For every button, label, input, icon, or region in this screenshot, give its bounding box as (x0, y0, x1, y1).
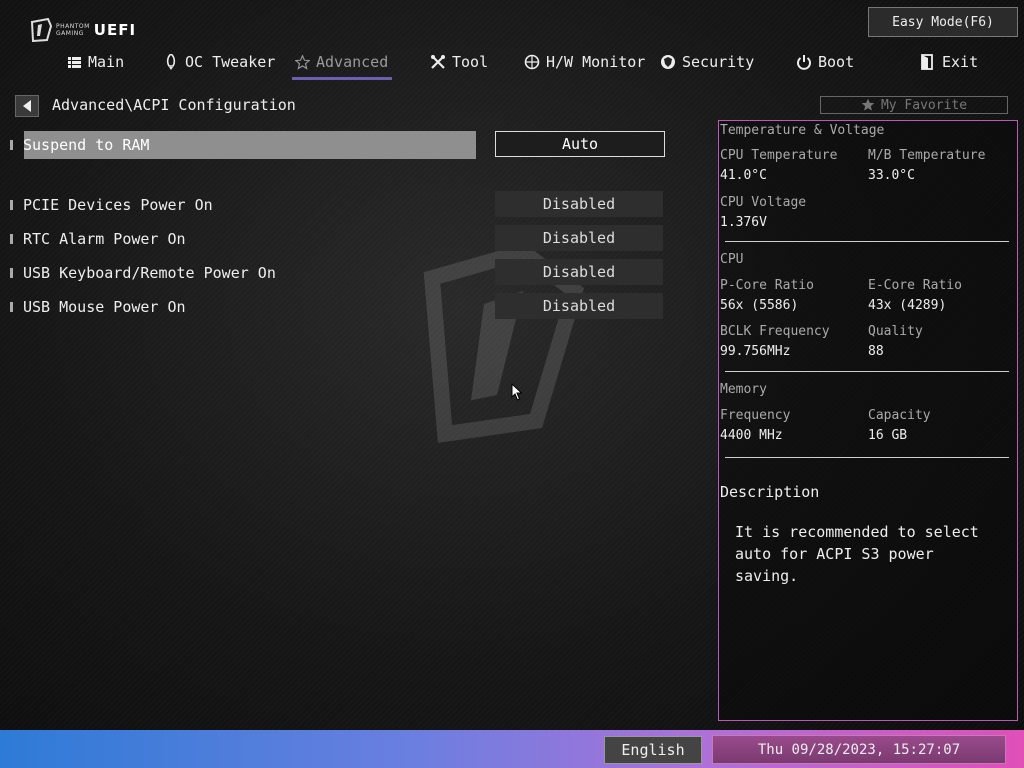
bclk-frequency-value: 99.756MHz (720, 344, 791, 359)
setting-value-rtc-alarm-power-on[interactable]: Disabled (495, 225, 663, 251)
breadcrumb: Advanced\ACPI Configuration (52, 96, 296, 114)
setting-label: USB Keyboard/Remote Power On (23, 264, 276, 282)
quality-value: 88 (868, 344, 884, 359)
memory-frequency-label: Frequency (720, 408, 791, 423)
memory-section-title: Memory (720, 382, 767, 397)
status-bar: English Thu 09/28/2023, 15:27:07 (0, 730, 1024, 768)
pcore-ratio-label: P-Core Ratio (720, 278, 814, 293)
exit-icon (920, 54, 936, 70)
setting-row-pcie-devices-power-on[interactable]: PCIE Devices Power On (10, 191, 480, 219)
cpu-section-title: CPU (720, 252, 744, 267)
phantom-gaming-logo-icon (30, 18, 52, 42)
star-icon (861, 98, 875, 111)
cpu-voltage-value: 1.376V (720, 215, 767, 230)
setting-row-usb-keyboard-remote-power-on[interactable]: USB Keyboard/Remote Power On (10, 259, 480, 287)
setting-row-suspend-to-ram[interactable]: Suspend to RAM (10, 131, 480, 159)
divider (725, 241, 1009, 242)
row-marker (10, 302, 13, 312)
setting-label: RTC Alarm Power On (23, 230, 186, 248)
logo: PHANTOM GAMING UEFI (30, 16, 136, 44)
memory-frequency-value: 4400 MHz (720, 428, 783, 443)
setting-value-pcie-devices-power-on[interactable]: Disabled (495, 191, 663, 217)
tools-icon (430, 54, 446, 70)
cpu-temperature-value: 41.0°C (720, 168, 767, 183)
row-marker (10, 140, 13, 150)
mb-temperature-label: M/B Temperature (868, 148, 986, 163)
tab-main[interactable]: Main (66, 46, 124, 78)
tab-tool[interactable]: Tool (430, 46, 488, 78)
easy-mode-button[interactable]: Easy Mode(F6) (868, 7, 1018, 37)
divider (725, 457, 1009, 458)
tab-exit[interactable]: Exit (920, 46, 978, 78)
list-icon (66, 54, 82, 70)
tab-hw-monitor[interactable]: H/W Monitor (524, 46, 645, 78)
my-favorite-button[interactable]: My Favorite (820, 96, 1008, 114)
row-marker (10, 268, 13, 278)
setting-label: USB Mouse Power On (23, 298, 186, 316)
rocket-icon (163, 54, 179, 70)
mouse-cursor-icon (511, 383, 523, 401)
mb-temperature-value: 33.0°C (868, 168, 915, 183)
setting-value-suspend-to-ram[interactable]: Auto (495, 131, 665, 157)
tab-boot[interactable]: Boot (796, 46, 854, 78)
description-title: Description (720, 483, 820, 501)
row-marker (10, 200, 13, 210)
power-icon (796, 54, 812, 70)
row-marker (10, 234, 13, 244)
tab-security[interactable]: Security (660, 46, 754, 78)
ecore-ratio-value: 43x (4289) (868, 298, 947, 313)
logo-text: PHANTOM GAMING (56, 23, 90, 37)
setting-value-usb-mouse-power-on[interactable]: Disabled (495, 293, 663, 319)
setting-row-usb-mouse-power-on[interactable]: USB Mouse Power On (10, 293, 480, 321)
ecore-ratio-label: E-Core Ratio (868, 278, 962, 293)
monitor-icon (524, 54, 540, 70)
bclk-frequency-label: BCLK Frequency (720, 324, 830, 339)
temp-voltage-title: Temperature & Voltage (720, 123, 885, 138)
description-text: It is recommended to select auto for ACP… (735, 523, 979, 585)
divider (725, 371, 1009, 372)
quality-label: Quality (868, 324, 923, 339)
setting-label: Suspend to RAM (23, 136, 150, 154)
hw-monitor-panel: Temperature & Voltage CPU Temperature 41… (718, 120, 1018, 721)
setting-row-rtc-alarm-power-on[interactable]: RTC Alarm Power On (10, 225, 480, 253)
main-nav: Main OC Tweaker Advanced Tool H/W Monito… (0, 46, 1024, 80)
back-button[interactable] (15, 95, 39, 117)
tab-advanced[interactable]: Advanced (291, 46, 393, 80)
datetime-display[interactable]: Thu 09/28/2023, 15:27:07 (712, 735, 1006, 764)
setting-value-usb-keyboard-remote-power-on[interactable]: Disabled (495, 259, 663, 285)
pcore-ratio-value: 56x (5586) (720, 298, 799, 313)
cpu-voltage-label: CPU Voltage (720, 195, 807, 210)
chevron-left-icon (23, 100, 31, 112)
memory-capacity-value: 16 GB (868, 428, 908, 443)
language-button[interactable]: English (604, 736, 702, 764)
memory-capacity-label: Capacity (868, 408, 931, 423)
tab-oc-tweaker[interactable]: OC Tweaker (163, 46, 275, 78)
star-icon (294, 54, 310, 70)
logo-uefi: UEFI (93, 21, 137, 39)
setting-label: PCIE Devices Power On (23, 196, 213, 214)
shield-icon (660, 54, 676, 70)
cpu-temperature-label: CPU Temperature (720, 148, 838, 163)
